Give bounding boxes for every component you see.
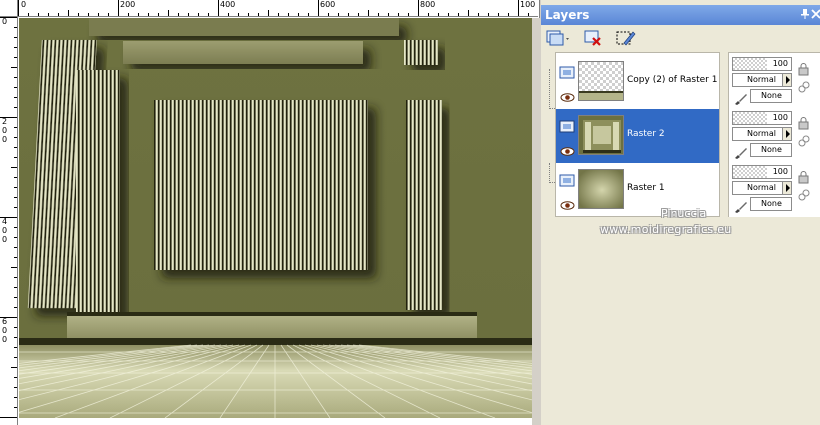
- floor-edge: [19, 338, 532, 345]
- dropdown-arrow-icon: [782, 128, 791, 140]
- ruler-corner: [0, 0, 18, 17]
- layer-thumbnail: [578, 115, 624, 155]
- visibility-eye-icon[interactable]: [560, 195, 575, 210]
- lock-icon[interactable]: [797, 115, 811, 130]
- stage-platform: [67, 312, 477, 342]
- opacity-value: 100: [772, 113, 788, 122]
- layers-title: Layers: [545, 8, 590, 22]
- layer-properties-column: 100 Normal None 100 Normal None 100 Norm…: [728, 52, 820, 217]
- layer-row-raster-2[interactable]: Raster 2: [556, 109, 719, 163]
- delete-layer-icon[interactable]: [583, 28, 605, 48]
- layer-name: Raster 1: [627, 183, 665, 193]
- layer-thumbnail: [578, 169, 624, 209]
- left-inner-stripe-panel: [76, 70, 120, 320]
- opacity-slider[interactable]: 100: [732, 165, 792, 179]
- layer-thumbnail: [578, 61, 624, 101]
- blend-mode-value: Normal: [747, 129, 776, 138]
- layer-name: Raster 2: [627, 129, 665, 139]
- image-canvas-window: 0 200 400 600 800 100 0 200 400 600: [0, 0, 540, 425]
- small-stripe-block: [404, 40, 438, 65]
- link-icon[interactable]: [797, 79, 811, 93]
- opacity-value: 100: [772, 59, 788, 68]
- top-bar: [89, 18, 399, 36]
- canvas-scrollbar[interactable]: [532, 18, 540, 425]
- layers-list: Copy (2) of Raster 1 Raster 2 Raster 1: [549, 52, 720, 217]
- blend-mode-dropdown[interactable]: Normal: [732, 73, 792, 87]
- dropdown-arrow-icon: [782, 74, 791, 86]
- layer-group-dropdown[interactable]: None: [750, 89, 792, 103]
- layer-tree-line: [549, 69, 555, 109]
- layer-props-raster-1: 100 Normal None: [732, 163, 792, 213]
- brush-icon[interactable]: [734, 144, 748, 159]
- lock-icon[interactable]: [797, 61, 811, 76]
- ruler-label: 200: [2, 117, 8, 144]
- center-stripe-panel: [154, 100, 368, 270]
- perspective-floor: [19, 345, 532, 418]
- opacity-preview: [733, 166, 767, 178]
- opacity-slider[interactable]: 100: [732, 111, 792, 125]
- opacity-slider[interactable]: 100: [732, 57, 792, 71]
- opacity-preview: [733, 58, 767, 70]
- ruler-label: 600: [2, 317, 8, 344]
- ruler-label: 800: [420, 0, 436, 9]
- raster-layer-icon: [559, 173, 576, 187]
- watermark-line-2: www.moidiregrafics.eu: [600, 223, 732, 236]
- lock-icon[interactable]: [797, 169, 811, 184]
- right-stripe-panel: [406, 100, 442, 310]
- ruler-label: 200: [120, 0, 136, 9]
- layers-empty-area: [555, 218, 820, 425]
- opacity-value: 100: [772, 167, 788, 176]
- brush-icon[interactable]: [734, 90, 748, 105]
- raster-layer-icon: [559, 65, 576, 79]
- ruler-label: 400: [2, 217, 8, 244]
- second-bar: [123, 41, 363, 64]
- layer-name: Copy (2) of Raster 1: [627, 75, 718, 85]
- watermark: Pinuccia www.moidiregrafics.eu: [600, 207, 800, 239]
- blend-mode-dropdown[interactable]: Normal: [732, 127, 792, 141]
- layers-toolbar: [541, 25, 820, 51]
- edit-selection-icon[interactable]: [615, 28, 637, 48]
- opacity-preview: [733, 112, 767, 124]
- visibility-eye-icon[interactable]: [560, 87, 575, 102]
- blend-mode-dropdown[interactable]: Normal: [732, 181, 792, 195]
- close-icon[interactable]: [810, 8, 820, 20]
- raster-layer-icon: [559, 119, 576, 133]
- app-window: 0 200 400 600 800 100 0 200 400 600 Laye…: [0, 0, 820, 425]
- new-layer-icon[interactable]: [545, 28, 569, 48]
- blend-mode-value: Normal: [747, 75, 776, 84]
- layers-titlebar[interactable]: Layers: [541, 5, 820, 25]
- layer-group-value: None: [761, 145, 782, 154]
- watermark-line-1: Pinuccia: [661, 207, 707, 220]
- ruler-label: 0: [2, 17, 8, 26]
- link-icon[interactable]: [797, 133, 811, 147]
- layer-props-raster-2: 100 Normal None: [732, 109, 792, 159]
- ruler-label: 0: [21, 0, 27, 9]
- layer-group-value: None: [761, 91, 782, 100]
- layer-tree-line: [549, 163, 555, 183]
- layer-row-copy-2-of-raster-1[interactable]: Copy (2) of Raster 1: [549, 55, 719, 109]
- visibility-eye-icon[interactable]: [560, 141, 575, 156]
- vertical-ruler: 0 200 400 600: [0, 17, 18, 425]
- ruler-label: 400: [220, 0, 236, 9]
- ruler-label: 600: [320, 0, 336, 9]
- dropdown-arrow-icon: [782, 182, 791, 194]
- link-icon[interactable]: [797, 187, 811, 201]
- horizontal-ruler: 0 200 400 600 800 100: [18, 0, 538, 17]
- image-canvas[interactable]: [19, 18, 532, 418]
- layer-props-copy-2-of-raster-1: 100 Normal None: [732, 55, 792, 105]
- blend-mode-value: Normal: [747, 183, 776, 192]
- ruler-label: 100: [520, 0, 536, 9]
- stage-edge: [67, 312, 477, 316]
- layer-group-dropdown[interactable]: None: [750, 143, 792, 157]
